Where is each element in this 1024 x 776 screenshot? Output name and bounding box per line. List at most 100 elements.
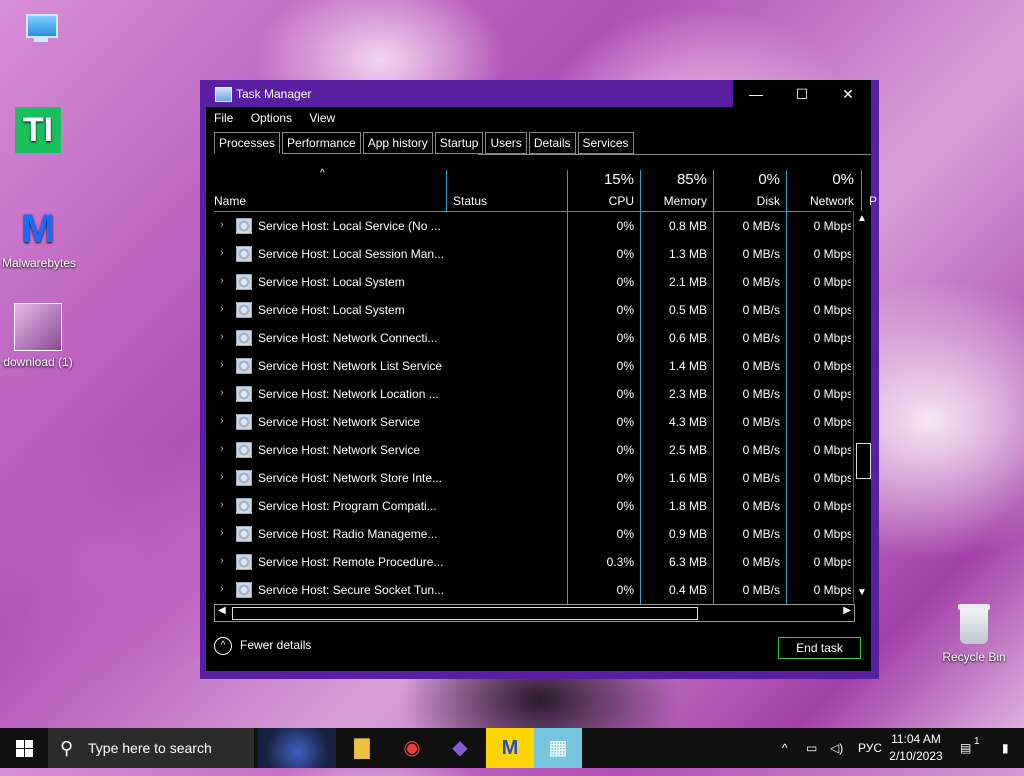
- expand-chevron-icon[interactable]: ›: [220, 219, 224, 231]
- network-value: 0 Mbps: [813, 499, 851, 513]
- process-row[interactable]: › Service Host: Network Location ... 0% 2.3…: [214, 380, 851, 408]
- menu-view[interactable]: View: [309, 111, 335, 125]
- tab-services[interactable]: Services: [577, 132, 634, 154]
- widgets-icon[interactable]: [258, 728, 336, 768]
- download-image-shortcut[interactable]: download (1): [2, 303, 74, 369]
- this-pc-icon[interactable]: [4, 12, 76, 50]
- scroll-right-icon[interactable]: ▶: [843, 605, 851, 616]
- expand-chevron-icon[interactable]: ›: [220, 471, 224, 483]
- close-button[interactable]: ✕: [825, 80, 871, 108]
- maximize-button[interactable]: ☐: [779, 80, 825, 108]
- tab-users[interactable]: Users: [485, 132, 527, 154]
- tab-strip: Processes Performance App history Startu…: [214, 132, 636, 155]
- clock[interactable]: 11:04 AM 2/10/2023: [888, 731, 944, 765]
- network-icon[interactable]: ▭: [806, 728, 817, 768]
- process-row[interactable]: › Service Host: Local Service (No ... 0% 0.…: [214, 212, 851, 240]
- scroll-up-icon[interactable]: ▲: [857, 213, 867, 224]
- show-desktop-icon[interactable]: ▮: [1002, 728, 1009, 768]
- process-row[interactable]: › Service Host: Program Compati... 0% 1.8 M…: [214, 492, 851, 520]
- service-gear-icon: [236, 246, 252, 262]
- cpu-percent: 15%: [603, 171, 634, 188]
- process-row[interactable]: › Service Host: Secure Socket Tun... 0% 0.4…: [214, 576, 851, 604]
- menu-options[interactable]: Options: [251, 111, 292, 125]
- memory-value: 0.5 MB: [668, 303, 707, 317]
- task-manager-logo-icon: [215, 87, 232, 102]
- column-power[interactable]: P: [862, 162, 877, 212]
- column-disk[interactable]: 0% Disk: [714, 162, 786, 212]
- expand-chevron-icon[interactable]: ›: [220, 583, 224, 595]
- minimize-button[interactable]: —: [733, 80, 779, 108]
- title-bar[interactable]: Task Manager — ☐ ✕: [200, 80, 879, 108]
- column-name-label: Name: [214, 194, 247, 208]
- process-row[interactable]: › Service Host: Local System 0% 2.1 MB 0 MB/…: [214, 268, 851, 296]
- column-network[interactable]: 0% Network: [787, 162, 860, 212]
- column-cpu[interactable]: 15% CPU: [568, 162, 640, 212]
- fewer-details-button[interactable]: ^ Fewer details: [214, 637, 311, 655]
- expand-chevron-icon[interactable]: ›: [220, 247, 224, 259]
- file-explorer-icon[interactable]: ▇: [338, 728, 386, 768]
- network-value: 0 Mbps: [813, 219, 851, 233]
- scroll-left-icon[interactable]: ◀: [218, 605, 226, 616]
- volume-icon[interactable]: ◁): [830, 728, 843, 768]
- chevron-up-icon: ^: [214, 637, 232, 655]
- process-row[interactable]: › Service Host: Local System 0% 0.5 MB 0 MB/…: [214, 296, 851, 324]
- show-hidden-icons-chevron-icon[interactable]: ^: [782, 728, 788, 768]
- process-row[interactable]: › Service Host: Radio Manageme... 0% 0.9 MB…: [214, 520, 851, 548]
- language-indicator[interactable]: РУС: [858, 728, 882, 768]
- horizontal-scrollbar[interactable]: ◀ ▶: [214, 604, 855, 622]
- network-value: 0 Mbps: [813, 471, 851, 485]
- disk-value: 0 MB/s: [742, 471, 780, 485]
- memory-value: 4.3 MB: [668, 415, 707, 429]
- cpu-value: 0%: [616, 471, 634, 485]
- expand-chevron-icon[interactable]: ›: [220, 527, 224, 539]
- disk-value: 0 MB/s: [742, 443, 780, 457]
- process-name: Service Host: Network Service: [258, 443, 421, 457]
- disk-value: 0 MB/s: [742, 247, 780, 261]
- column-name[interactable]: Name: [214, 162, 444, 212]
- chrome-icon[interactable]: ◉: [388, 728, 436, 768]
- process-row[interactable]: › Service Host: Network Store Inte... 0% 1.…: [214, 464, 851, 492]
- tab-app-history[interactable]: App history: [362, 132, 433, 154]
- tab-processes[interactable]: Processes: [214, 132, 281, 154]
- expand-chevron-icon[interactable]: ›: [220, 387, 224, 399]
- ti-shortcut[interactable]: TI: [2, 107, 74, 157]
- service-gear-icon: [236, 330, 252, 346]
- taskbar: ⚲ Type here to search ▇ ◉ ◆ M ▦ ^ ▭ ◁) Р…: [0, 728, 1024, 768]
- expand-chevron-icon[interactable]: ›: [220, 555, 224, 567]
- expand-chevron-icon[interactable]: ›: [220, 331, 224, 343]
- recycle-bin-shortcut[interactable]: Recycle Bin: [938, 602, 1010, 664]
- visual-studio-icon[interactable]: ◆: [436, 728, 484, 768]
- scroll-down-icon[interactable]: ▼: [857, 587, 867, 598]
- expand-chevron-icon[interactable]: ›: [220, 499, 224, 511]
- process-row[interactable]: › Service Host: Network List Service 0% 1.4…: [214, 352, 851, 380]
- vertical-scrollbar[interactable]: ▲ ▼: [853, 211, 871, 603]
- expand-chevron-icon[interactable]: ›: [220, 303, 224, 315]
- process-row[interactable]: › Service Host: Network Connecti... 0% 0.6 …: [214, 324, 851, 352]
- malwarebytes-shortcut[interactable]: M Malwarebytes: [2, 206, 76, 270]
- tab-details[interactable]: Details: [528, 132, 576, 154]
- process-row[interactable]: › Service Host: Local Session Man... 0% 1.3…: [214, 240, 851, 268]
- expand-chevron-icon[interactable]: ›: [220, 443, 224, 455]
- network-value: 0 Mbps: [813, 387, 851, 401]
- column-memory[interactable]: 85% Memory: [641, 162, 713, 212]
- task-manager-taskbar-icon[interactable]: ▦: [534, 728, 582, 768]
- tab-performance[interactable]: Performance: [282, 132, 361, 154]
- expand-chevron-icon[interactable]: ›: [220, 415, 224, 427]
- service-gear-icon: [236, 470, 252, 486]
- vertical-scroll-thumb[interactable]: [856, 443, 871, 479]
- network-value: 0 Mbps: [813, 415, 851, 429]
- search-box[interactable]: ⚲ Type here to search: [48, 728, 254, 768]
- start-button[interactable]: [0, 728, 48, 768]
- malwarebytes-taskbar-icon[interactable]: M: [486, 728, 534, 768]
- expand-chevron-icon[interactable]: ›: [220, 359, 224, 371]
- notifications-icon[interactable]: ▤: [960, 728, 971, 768]
- column-status[interactable]: Status: [448, 162, 566, 212]
- end-task-button[interactable]: End task: [778, 637, 861, 659]
- process-row[interactable]: › Service Host: Network Service 0% 4.3 MB 0 …: [214, 408, 851, 436]
- tab-startup[interactable]: Startup: [434, 132, 484, 154]
- process-row[interactable]: › Service Host: Network Service 0% 2.5 MB 0 …: [214, 436, 851, 464]
- expand-chevron-icon[interactable]: ›: [220, 275, 224, 287]
- horizontal-scroll-thumb[interactable]: [232, 607, 698, 620]
- menu-file[interactable]: File: [214, 111, 233, 125]
- process-row[interactable]: › Service Host: Remote Procedure... 0.3% 6.…: [214, 548, 851, 576]
